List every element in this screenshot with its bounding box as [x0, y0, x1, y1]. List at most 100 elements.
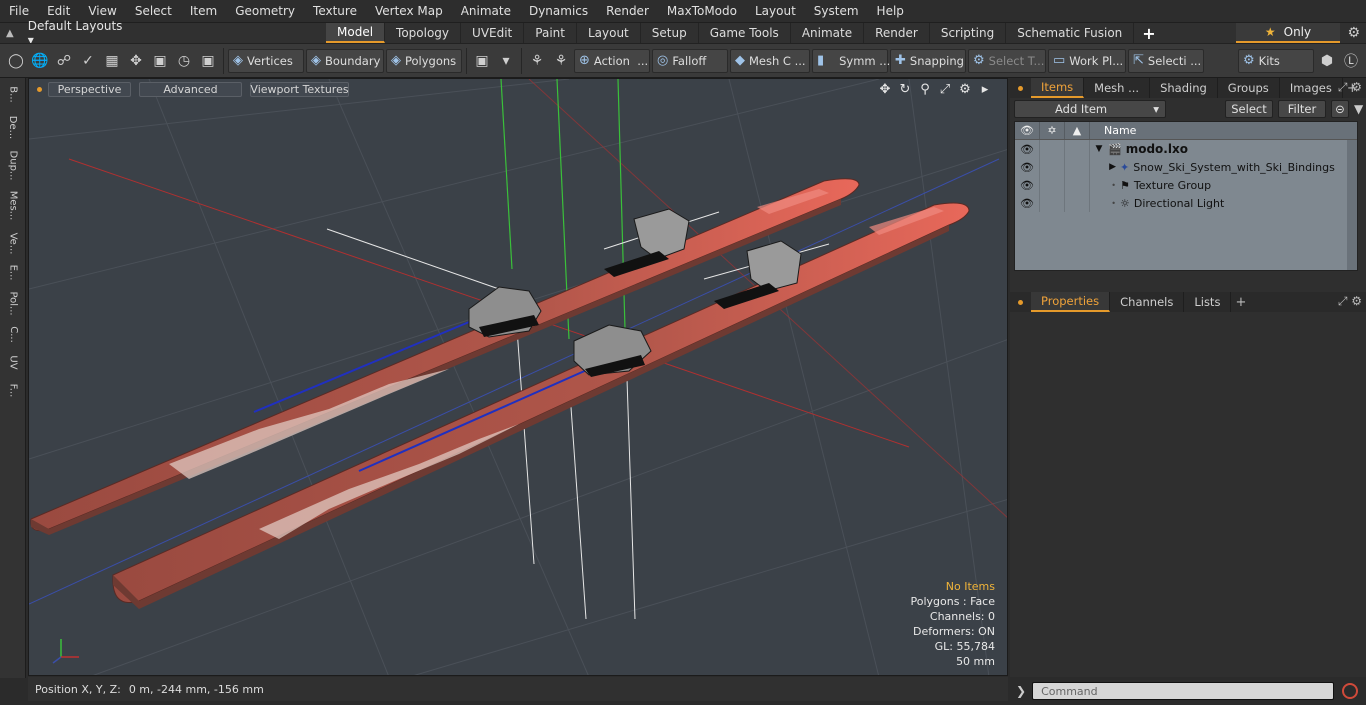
menu-animate[interactable]: Animate [452, 0, 520, 22]
add-item-button[interactable]: Add Item ▾ [1014, 100, 1166, 118]
menu-layout[interactable]: Layout [746, 0, 805, 22]
layout-dropdown[interactable]: ▲ Default Layouts ▾ [0, 19, 132, 47]
unity-icon[interactable]: ⬢ [1316, 50, 1338, 72]
select-button[interactable]: Select [1225, 100, 1273, 118]
expand-triangle-icon[interactable]: ▶ [1090, 162, 1120, 172]
left-tab-duplicate[interactable]: Dup... [0, 146, 26, 184]
panel-expand-icon[interactable]: ⤢ ⚙ [1338, 80, 1362, 95]
boundary-button[interactable]: ◈ Boundary [306, 48, 384, 73]
ski-left[interactable] [30, 178, 860, 535]
lock-cell[interactable] [1040, 140, 1065, 158]
tab-properties[interactable]: Properties [1031, 292, 1111, 312]
snapping-button[interactable]: ✚ Snapping [890, 48, 966, 73]
perspective-button[interactable]: Perspective [48, 81, 131, 97]
list-item[interactable]: 👁 ▼ 🎬 modo.lxo [1015, 140, 1357, 158]
left-tab-polygon[interactable]: Pol... [0, 286, 26, 320]
panel-menu-dot-icon[interactable] [1018, 85, 1023, 91]
gear-icon[interactable]: ⚙ [1347, 25, 1360, 41]
eye-icon[interactable]: 👁 [1015, 176, 1040, 194]
vertices-button[interactable]: ◈ Vertices [228, 48, 304, 73]
action-center-button[interactable]: ⊕ Action ... [574, 48, 650, 73]
viewport-menu-dot-icon[interactable] [37, 86, 42, 92]
clock-icon[interactable]: ◷ [173, 50, 195, 72]
falloff-button[interactable]: ◎ Falloff [652, 48, 728, 73]
shield-icon[interactable]: ⚘ [526, 50, 548, 72]
tab-game-tools[interactable]: Game Tools [699, 23, 791, 43]
list-item[interactable]: 👁 ▶ ✦ Snow_Ski_System_with_Ski_Bindings [1015, 158, 1357, 176]
tab-shading[interactable]: Shading [1150, 78, 1218, 98]
tab-mesh[interactable]: Mesh ... [1084, 78, 1151, 98]
shield-alt-icon[interactable]: ⚘ [550, 50, 572, 72]
tab-lists[interactable]: Lists [1184, 292, 1232, 312]
polygons-button[interactable]: ◈ Polygons [386, 48, 462, 73]
panel-expand-icon[interactable]: ⤢ ⚙ [1338, 294, 1362, 309]
lock-cell[interactable] [1040, 158, 1065, 176]
ski-binding-rear-left[interactable] [468, 286, 542, 338]
transform-icon[interactable]: ▦ [101, 50, 123, 72]
zoom-icon[interactable]: ⚲ [915, 81, 935, 97]
eye-icon[interactable]: 👁 [1015, 140, 1040, 158]
unreal-icon[interactable]: Ⓛ [1340, 50, 1362, 72]
record-icon[interactable] [1342, 683, 1359, 699]
menu-texture[interactable]: Texture [304, 0, 366, 22]
list-item[interactable]: 👁 • ⚑ Texture Group [1015, 176, 1357, 194]
tab-topology[interactable]: Topology [385, 23, 462, 43]
ski-right[interactable] [112, 202, 970, 609]
left-tab-uv[interactable]: UV [0, 350, 26, 374]
type-column-icon[interactable]: ▲ [1065, 122, 1090, 139]
tab-setup[interactable]: Setup [641, 23, 699, 43]
menu-help[interactable]: Help [868, 0, 913, 22]
tab-model[interactable]: Model [326, 23, 386, 43]
left-tab-basic[interactable]: B... [0, 82, 26, 106]
command-input[interactable]: Command [1032, 682, 1335, 700]
menu-item[interactable]: Item [181, 0, 226, 22]
rotate-icon[interactable]: ↻ [895, 81, 915, 97]
filter-funnel-icon[interactable]: ▼ [1354, 102, 1363, 116]
viewport-scene[interactable] [29, 79, 1008, 676]
visibility-column-icon[interactable]: 👁 [1015, 122, 1040, 139]
center-icon[interactable]: ✥ [125, 50, 147, 72]
eye-icon[interactable]: 👁 [1015, 158, 1040, 176]
tab-uvedit[interactable]: UVEdit [461, 23, 525, 43]
viewport-textures-button[interactable]: Viewport Textures [250, 81, 349, 97]
tab-render[interactable]: Render [864, 23, 930, 43]
left-tab-curve[interactable]: C... [0, 322, 26, 346]
material-cube-icon[interactable]: ▣ [471, 50, 493, 72]
left-tab-deform[interactable]: De... [0, 110, 26, 144]
menu-select[interactable]: Select [126, 0, 181, 22]
tab-animate[interactable]: Animate [791, 23, 865, 43]
pan-icon[interactable]: ✥ [875, 81, 895, 97]
pivot-icon[interactable]: ▣ [149, 50, 171, 72]
menu-system[interactable]: System [805, 0, 868, 22]
left-tab-fusion[interactable]: F... [0, 376, 26, 404]
only-toggle[interactable]: ★ Only [1236, 23, 1340, 43]
maximize-icon[interactable]: ⤢ [935, 81, 955, 97]
collapse-arrow-icon[interactable]: ▲ [6, 28, 14, 39]
select-through-button[interactable]: ⚙ Select T... [968, 48, 1046, 73]
menu-render[interactable]: Render [597, 0, 658, 22]
menu-vertex-map[interactable]: Vertex Map [366, 0, 452, 22]
3d-viewport[interactable]: Perspective Advanced Viewport Textures ✥… [28, 78, 1008, 676]
selection-sets-button[interactable]: ⇱ Selecti ... [1128, 48, 1204, 73]
name-column-header[interactable]: Name [1090, 124, 1136, 137]
brush-icon[interactable]: ✓ [77, 50, 99, 72]
lasso-icon[interactable]: ☍ [53, 50, 75, 72]
filter-button[interactable]: Filter [1278, 100, 1326, 118]
mesh-constraint-button[interactable]: ◆ Mesh C ... [730, 48, 810, 73]
collapse-icon[interactable]: ⊝ [1331, 100, 1349, 118]
tab-channels[interactable]: Channels [1110, 292, 1185, 312]
lock-column-icon[interactable]: ✡ [1040, 122, 1065, 139]
left-tab-vertex[interactable]: Ve... [0, 228, 26, 258]
tab-items[interactable]: Items [1031, 78, 1085, 98]
viewport-gear-icon[interactable]: ⚙ [955, 81, 975, 97]
left-tab-edge[interactable]: E... [0, 260, 26, 284]
lock-cell[interactable] [1040, 176, 1065, 194]
eye-icon[interactable]: 👁 [1015, 194, 1040, 212]
tab-schematic-fusion[interactable]: Schematic Fusion [1006, 23, 1135, 43]
items-scrollbar[interactable] [1347, 140, 1357, 270]
add-tab-icon[interactable]: + [1134, 24, 1163, 43]
chevron-down-icon[interactable]: ▾ [495, 50, 517, 72]
list-item[interactable]: 👁 • ☼ Directional Light [1015, 194, 1357, 212]
kits-button[interactable]: ⚙ Kits [1238, 48, 1314, 73]
left-tab-mesh-edit[interactable]: Mes... [0, 186, 26, 224]
